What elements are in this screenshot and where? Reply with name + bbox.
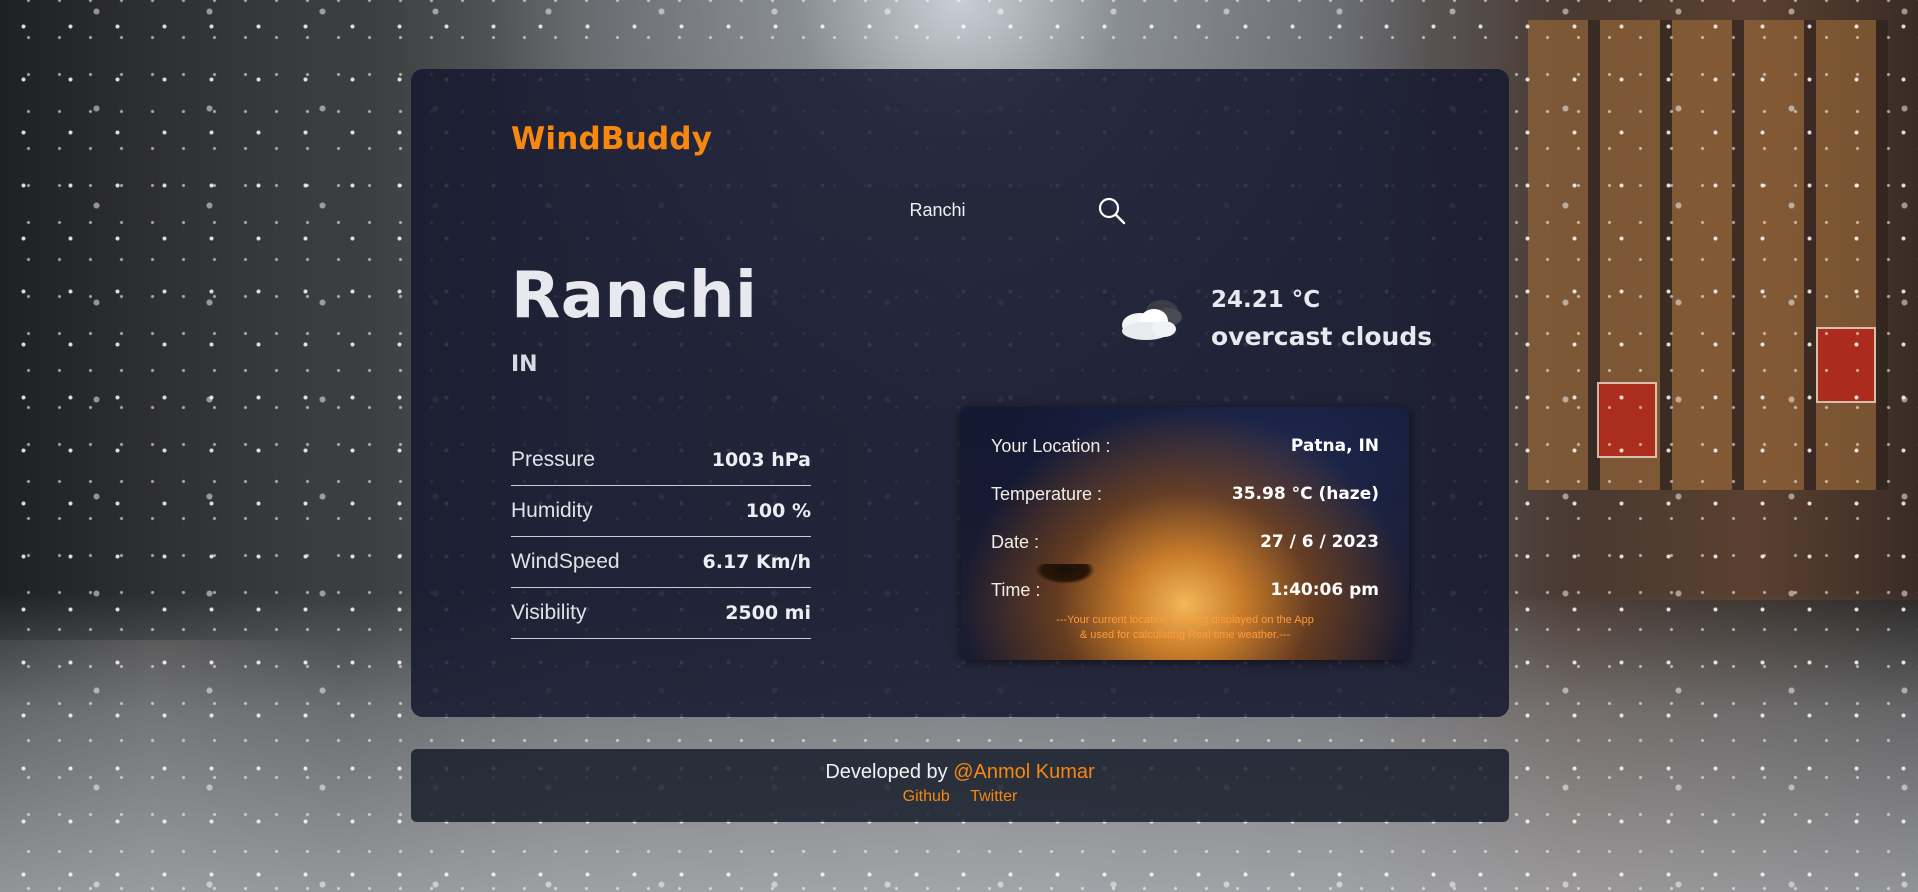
- location-temperature-value: 35.98 °C (haze): [1231, 484, 1379, 504]
- brand-logo[interactable]: WindBuddy: [511, 121, 712, 157]
- stat-value: 1003 hPa: [711, 449, 811, 471]
- background-building-left: [0, 0, 410, 640]
- stat-row-visibility: Visibility 2500 mi: [511, 588, 811, 639]
- developer-credit: Developed by @Anmol Kumar: [411, 761, 1509, 784]
- stat-row-humidity: Humidity 100 %: [511, 486, 811, 537]
- location-date-value: 27 / 6 / 2023: [1260, 532, 1379, 552]
- city-name: Ranchi: [511, 259, 758, 333]
- stat-value: 6.17 Km/h: [702, 551, 811, 573]
- weather-card: WindBuddy Ranchi IN Pressure 1003 hPa Hu…: [411, 69, 1509, 717]
- background-windows: [1528, 20, 1888, 490]
- location-temperature-row: Temperature : 35.98 °C (haze): [991, 479, 1379, 509]
- stat-row-windspeed: WindSpeed 6.17 Km/h: [511, 537, 811, 588]
- stat-label: Visibility: [511, 601, 587, 624]
- country-code: IN: [511, 352, 538, 377]
- search-icon[interactable]: [1096, 195, 1128, 227]
- developer-name-link[interactable]: @Anmol Kumar: [953, 761, 1094, 783]
- location-value: Patna, IN: [1290, 436, 1379, 456]
- location-time-label: Time :: [991, 579, 1041, 600]
- footer: Developed by @Anmol Kumar Github Twitter: [411, 749, 1509, 822]
- footer-links: Github Twitter: [411, 788, 1509, 806]
- location-time-row: Time : 1:40:06 pm: [991, 575, 1379, 605]
- temperature: 24.21 °C: [1211, 287, 1321, 313]
- location-date-label: Date :: [991, 531, 1040, 552]
- cloud-icon: [1116, 289, 1188, 345]
- stat-label: Pressure: [511, 448, 596, 471]
- location-note-line: & used for calculating Real time weather…: [1079, 629, 1291, 641]
- stat-label: Humidity: [511, 499, 593, 522]
- stat-row-pressure: Pressure 1003 hPa: [511, 435, 811, 486]
- developed-by-text: Developed by: [825, 761, 948, 783]
- location-temperature-label: Temperature :: [991, 483, 1103, 504]
- location-note-line: ---Your current location is being displa…: [1056, 614, 1314, 626]
- stat-value: 2500 mi: [725, 602, 811, 624]
- location-note: ---Your current location is being displa…: [961, 613, 1409, 643]
- location-date-row: Date : 27 / 6 / 2023: [991, 527, 1379, 557]
- twitter-link[interactable]: Twitter: [970, 788, 1017, 805]
- weather-stats: Pressure 1003 hPa Humidity 100 % WindSpe…: [511, 435, 811, 639]
- stat-value: 100 %: [745, 500, 811, 522]
- weather-description: overcast clouds: [1211, 322, 1433, 351]
- location-row: Your Location : Patna, IN: [991, 431, 1379, 461]
- search-input[interactable]: [796, 188, 1079, 233]
- background-store-sign: [1816, 327, 1876, 403]
- location-label: Your Location :: [991, 435, 1111, 456]
- github-link[interactable]: Github: [903, 788, 950, 805]
- stat-label: WindSpeed: [511, 550, 620, 573]
- location-time-value: 1:40:06 pm: [1270, 580, 1379, 600]
- background-building-right: [1498, 0, 1918, 600]
- background-store-sign: [1597, 382, 1657, 458]
- current-location-card: Your Location : Patna, IN Temperature : …: [961, 407, 1409, 660]
